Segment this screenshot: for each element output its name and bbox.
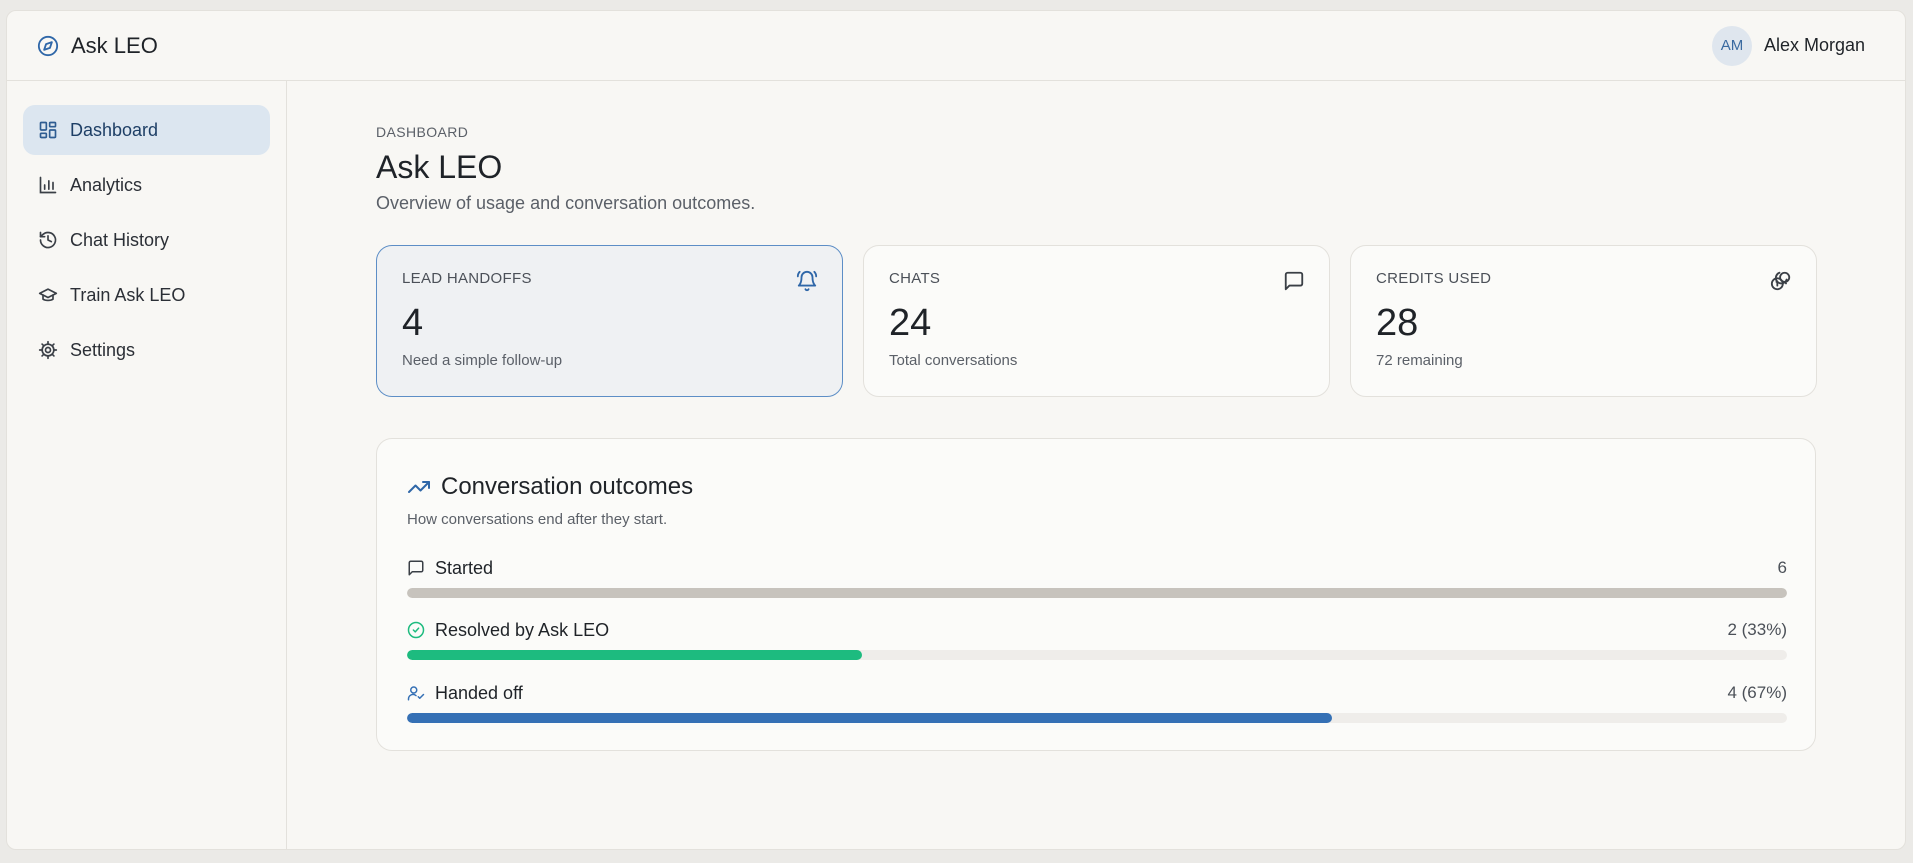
sidebar-item-label: Dashboard: [70, 119, 159, 140]
app-window: Ask LEO AM Alex Morgan Dashboard Analyti…: [6, 10, 1906, 850]
progress-track: [407, 650, 1787, 660]
card-value: 28: [1376, 302, 1419, 344]
outcome-label: Resolved by Ask LEO: [435, 619, 610, 640]
outcome-row-resolved: Resolved by Ask LEO 2 (33%): [407, 618, 1787, 660]
card-label: CHATS: [889, 270, 941, 287]
user-check-icon: [407, 684, 425, 702]
card-label: LEAD HANDOFFS: [402, 270, 532, 287]
sidebar-item-settings[interactable]: Settings: [23, 325, 270, 375]
outcome-label: Started: [435, 557, 494, 578]
outcome-row-handed-off: Handed off 4 (67%): [407, 681, 1787, 723]
outcome-value: 4 (67%): [1727, 683, 1787, 702]
card-label: CREDITS USED: [1376, 270, 1492, 287]
sidebar-item-label: Chat History: [70, 229, 170, 250]
card-caption: Total conversations: [889, 352, 1018, 369]
check-circle-icon: [407, 621, 425, 639]
outcome-label: Handed off: [435, 682, 523, 703]
outcomes-title: Conversation outcomes: [441, 473, 694, 500]
sidebar: Dashboard Analytics Chat History Train A…: [7, 81, 287, 849]
progress-fill: [407, 588, 1787, 598]
gear-icon: [38, 340, 58, 360]
sidebar-item-label: Settings: [70, 339, 136, 360]
sidebar-item-dashboard[interactable]: Dashboard: [23, 105, 270, 155]
avatar: AM: [1711, 25, 1752, 66]
message-icon: [407, 559, 425, 577]
history-icon: [38, 230, 58, 250]
chats-card[interactable]: CHATS 24 Total conversations: [863, 245, 1330, 397]
bar-chart-icon: [38, 175, 58, 195]
user-menu[interactable]: AM Alex Morgan: [1711, 25, 1865, 66]
outcomes-subtitle: How conversations end after they start.: [407, 511, 668, 528]
conversation-outcomes-panel: Conversation outcomes How conversations …: [376, 438, 1816, 751]
page-title: Ask LEO: [376, 149, 503, 185]
main-content: DASHBOARD Ask LEO Overview of usage and …: [288, 81, 1905, 849]
sidebar-item-label: Analytics: [70, 174, 143, 195]
sidebar-item-train[interactable]: Train Ask LEO: [23, 270, 270, 320]
breadcrumb: DASHBOARD: [376, 124, 469, 140]
sidebar-item-chat-history[interactable]: Chat History: [23, 215, 270, 265]
compass-icon: [37, 35, 59, 57]
outcome-value: 6: [1777, 558, 1787, 577]
brand[interactable]: Ask LEO: [37, 33, 158, 59]
card-caption: 72 remaining: [1376, 352, 1463, 369]
app-title: Ask LEO: [71, 32, 158, 58]
progress-track: [407, 713, 1787, 723]
user-name: Alex Morgan: [1763, 35, 1865, 55]
top-bar: Ask LEO AM Alex Morgan: [7, 11, 1905, 81]
progress-track: [407, 588, 1787, 598]
card-value: 24: [889, 302, 932, 344]
bell-icon: [796, 270, 818, 292]
sidebar-item-label: Train Ask LEO: [70, 284, 186, 305]
trending-up-icon: [407, 475, 431, 499]
graduation-cap-icon: [38, 285, 58, 305]
outcome-value: 2 (33%): [1727, 620, 1787, 639]
card-caption: Need a simple follow-up: [402, 352, 563, 369]
progress-fill: [407, 650, 863, 660]
sidebar-item-analytics[interactable]: Analytics: [23, 160, 270, 210]
dashboard-icon: [38, 120, 58, 140]
card-value: 4: [402, 302, 424, 344]
coins-icon: [1770, 270, 1792, 292]
page-subtitle: Overview of usage and conversation outco…: [376, 193, 756, 213]
message-icon: [1283, 270, 1305, 292]
outcomes-header: Conversation outcomes: [407, 473, 693, 501]
progress-fill: [407, 713, 1332, 723]
credits-card[interactable]: CREDITS USED 28 72 remaining: [1350, 245, 1817, 397]
lead-handoffs-card[interactable]: LEAD HANDOFFS 4 Need a simple follow-up: [376, 245, 843, 397]
outcome-row-started: Started 6: [407, 556, 1787, 598]
